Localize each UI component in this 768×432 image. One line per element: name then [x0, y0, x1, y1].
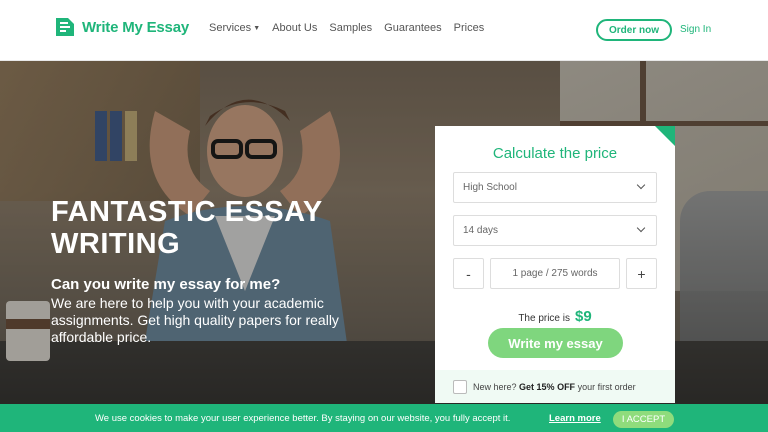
- nav-samples[interactable]: Samples: [329, 22, 372, 34]
- order-now-button[interactable]: Order now: [596, 19, 672, 41]
- caret-down-icon: ▼: [253, 24, 261, 32]
- cookie-text: We use cookies to make your user experie…: [95, 413, 511, 424]
- calculator-title: Calculate the price: [492, 145, 618, 162]
- main-nav: Services ▼ About Us Samples Guarantees P…: [209, 22, 496, 34]
- deadline-select[interactable]: 14 days: [453, 215, 657, 246]
- promo-suffix: your first order: [577, 382, 636, 392]
- price-display: The price is $9: [435, 308, 675, 325]
- pages-field[interactable]: 1 page / 275 words: [490, 258, 620, 289]
- promo-text: New here? Get 15% OFF your first order: [473, 382, 636, 392]
- nav-services[interactable]: Services ▼: [209, 22, 260, 34]
- promo-row: New here? Get 15% OFF your first order: [435, 370, 675, 403]
- site-header: Write My Essay Services ▼ About Us Sampl…: [0, 0, 768, 61]
- promo-discount: Get 15% OFF: [519, 382, 576, 392]
- learn-more-link[interactable]: Learn more: [549, 413, 601, 424]
- hero-section: FANTASTIC ESSAY WRITING Can you write my…: [0, 61, 768, 432]
- increase-pages-button[interactable]: +: [626, 258, 657, 289]
- promo-prefix: New here?: [473, 382, 517, 392]
- price-calculator: Calculate the price High School 14 days …: [435, 126, 675, 403]
- decrease-pages-button[interactable]: -: [453, 258, 484, 289]
- chevron-down-icon: [636, 180, 646, 190]
- academic-level-value: High School: [463, 182, 517, 193]
- academic-level-select[interactable]: High School: [453, 172, 657, 203]
- nav-about-us[interactable]: About Us: [272, 22, 317, 34]
- nav-prices[interactable]: Prices: [454, 22, 485, 34]
- brand-name: Write My Essay: [82, 18, 189, 36]
- accept-cookies-button[interactable]: I ACCEPT: [613, 411, 674, 428]
- hero-title: FANTASTIC ESSAY WRITING: [51, 196, 323, 260]
- sign-in-link[interactable]: Sign In: [680, 24, 711, 35]
- cookie-banner: We use cookies to make your user experie…: [0, 404, 768, 432]
- calculator-corner-accent: [655, 126, 675, 146]
- price-value: $9: [575, 308, 592, 325]
- deadline-value: 14 days: [463, 225, 499, 236]
- nav-guarantees[interactable]: Guarantees: [384, 22, 441, 34]
- hero-question: Can you write my essay for me?: [51, 276, 281, 293]
- logo[interactable]: Write My Essay: [54, 16, 189, 38]
- nav-services-label: Services: [209, 22, 252, 34]
- price-label: The price is: [518, 313, 570, 324]
- chevron-down-icon: [636, 223, 646, 233]
- hero-description: We are here to help you with your academ…: [51, 295, 339, 345]
- write-my-essay-button[interactable]: Write my essay: [488, 328, 623, 358]
- promo-checkbox[interactable]: [453, 380, 467, 394]
- logo-icon: [56, 18, 74, 36]
